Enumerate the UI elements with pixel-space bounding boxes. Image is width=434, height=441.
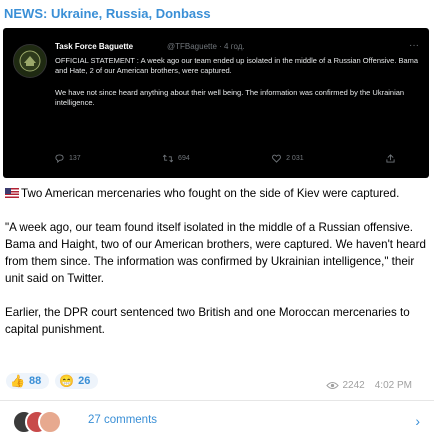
- post-paragraph-text: Two American mercenaries who fought on t…: [21, 187, 400, 200]
- retweet-count: 694: [178, 155, 190, 162]
- commenter-avatars: [12, 410, 62, 434]
- view-count: 2242: [342, 380, 365, 391]
- reactions-bar: 👍 88 😁 26: [6, 373, 99, 389]
- thumbs-up-icon: 👍: [10, 374, 25, 388]
- tweet-text: OFFICIAL STATEMENT : A week ago our team…: [55, 56, 420, 120]
- tweet-retweets: 694: [163, 154, 190, 163]
- tweet-paragraph: OFFICIAL STATEMENT : A week ago our team…: [55, 56, 419, 75]
- tweet-actions: 137 694 2 031: [55, 154, 395, 163]
- retweet-icon: [163, 154, 174, 163]
- reaction-grin[interactable]: 😁 26: [55, 373, 99, 389]
- eye-icon: [325, 382, 339, 389]
- reaction-count: 88: [28, 375, 42, 387]
- more-icon: ···: [409, 40, 419, 51]
- comments-bar[interactable]: 27 comments ›: [0, 401, 434, 441]
- comments-link[interactable]: 27 comments: [88, 414, 157, 426]
- heart-icon: [272, 154, 282, 163]
- post-text: Two American mercenaries who fought on t…: [5, 185, 429, 355]
- reply-count: 137: [69, 155, 81, 162]
- post-paragraph: Two American mercenaries who fought on t…: [5, 185, 429, 202]
- reaction-count: 26: [78, 375, 91, 387]
- us-flag-icon: [5, 188, 19, 198]
- tweet-author: Task Force Baguette: [55, 42, 134, 51]
- post-time: 4:02 PM: [374, 380, 412, 391]
- channel-name[interactable]: NEWS: Ukraine, Russia, Donbass: [4, 6, 211, 21]
- tweet-handle: @TFBaguette · 4 год.: [167, 42, 245, 51]
- post-meta: 2242 4:02 PM: [325, 380, 412, 391]
- reply-icon: [55, 154, 64, 163]
- tweet-likes: 2 031: [272, 154, 304, 163]
- avatar: [38, 410, 62, 434]
- unit-logo-icon: [19, 50, 41, 72]
- post-paragraph: Earlier, the DPR court sentenced two Bri…: [5, 306, 410, 336]
- post-paragraph: "A week ago, our team found itself isola…: [5, 221, 426, 285]
- chevron-right-icon[interactable]: ›: [415, 413, 420, 429]
- tweet-replies: 137: [55, 154, 81, 163]
- tweet-avatar: [13, 44, 47, 78]
- grin-icon: 😁: [59, 374, 75, 388]
- tweet-paragraph: We have not since heard anything about t…: [55, 88, 405, 107]
- like-count: 2 031: [286, 155, 304, 162]
- share-icon: [386, 154, 395, 163]
- tweet-screenshot[interactable]: Task Force Baguette @TFBaguette · 4 год.…: [3, 28, 429, 178]
- reaction-thumbs-up[interactable]: 👍 88: [6, 373, 50, 389]
- tweet-share: [386, 154, 395, 163]
